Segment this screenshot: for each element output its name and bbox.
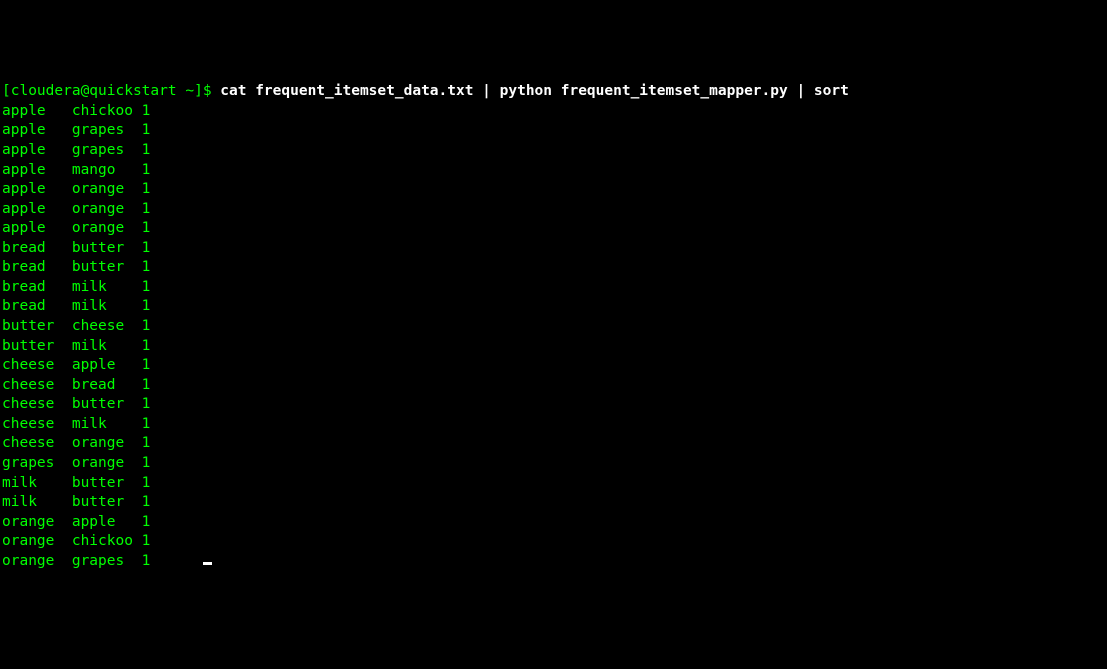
output-line: butter milk 1 (2, 337, 1105, 357)
output-line: grapes orange 1 (2, 454, 1105, 474)
prompt-close-bracket: ] (194, 83, 203, 99)
output-line: bread milk 1 (2, 297, 1105, 317)
cursor (203, 562, 212, 565)
output-line: apple orange 1 (2, 219, 1105, 239)
output-line: butter cheese 1 (2, 317, 1105, 337)
output-line: bread butter 1 (2, 239, 1105, 259)
prompt-open-bracket: [ (2, 83, 11, 99)
prompt-user-host: cloudera@quickstart (11, 83, 177, 99)
output-line: cheese bread 1 (2, 376, 1105, 396)
command-text: cat frequent_itemset_data.txt | python f… (220, 83, 849, 99)
output-line: apple orange 1 (2, 200, 1105, 220)
output-line: apple orange 1 (2, 180, 1105, 200)
output-line: cheese butter 1 (2, 395, 1105, 415)
output-line: apple grapes 1 (2, 121, 1105, 141)
output-line: apple chickoo 1 (2, 102, 1105, 122)
terminal-output: apple chickoo 1apple grapes 1apple grape… (2, 102, 1105, 572)
output-line: apple grapes 1 (2, 141, 1105, 161)
output-line: bread butter 1 (2, 258, 1105, 278)
output-line: bread milk 1 (2, 278, 1105, 298)
prompt-cwd: ~ (185, 83, 194, 99)
output-line: orange apple 1 (2, 513, 1105, 533)
terminal-window[interactable]: [cloudera@quickstart ~]$ cat frequent_it… (2, 82, 1105, 571)
output-line: cheese orange 1 (2, 434, 1105, 454)
output-line: cheese apple 1 (2, 356, 1105, 376)
output-line: milk butter 1 (2, 474, 1105, 494)
output-line: orange chickoo 1 (2, 532, 1105, 552)
prompt-dollar: $ (203, 83, 220, 99)
output-line: cheese milk 1 (2, 415, 1105, 435)
shell-prompt: [cloudera@quickstart ~]$ cat frequent_it… (2, 83, 849, 99)
output-line: milk butter 1 (2, 493, 1105, 513)
output-line: apple mango 1 (2, 161, 1105, 181)
